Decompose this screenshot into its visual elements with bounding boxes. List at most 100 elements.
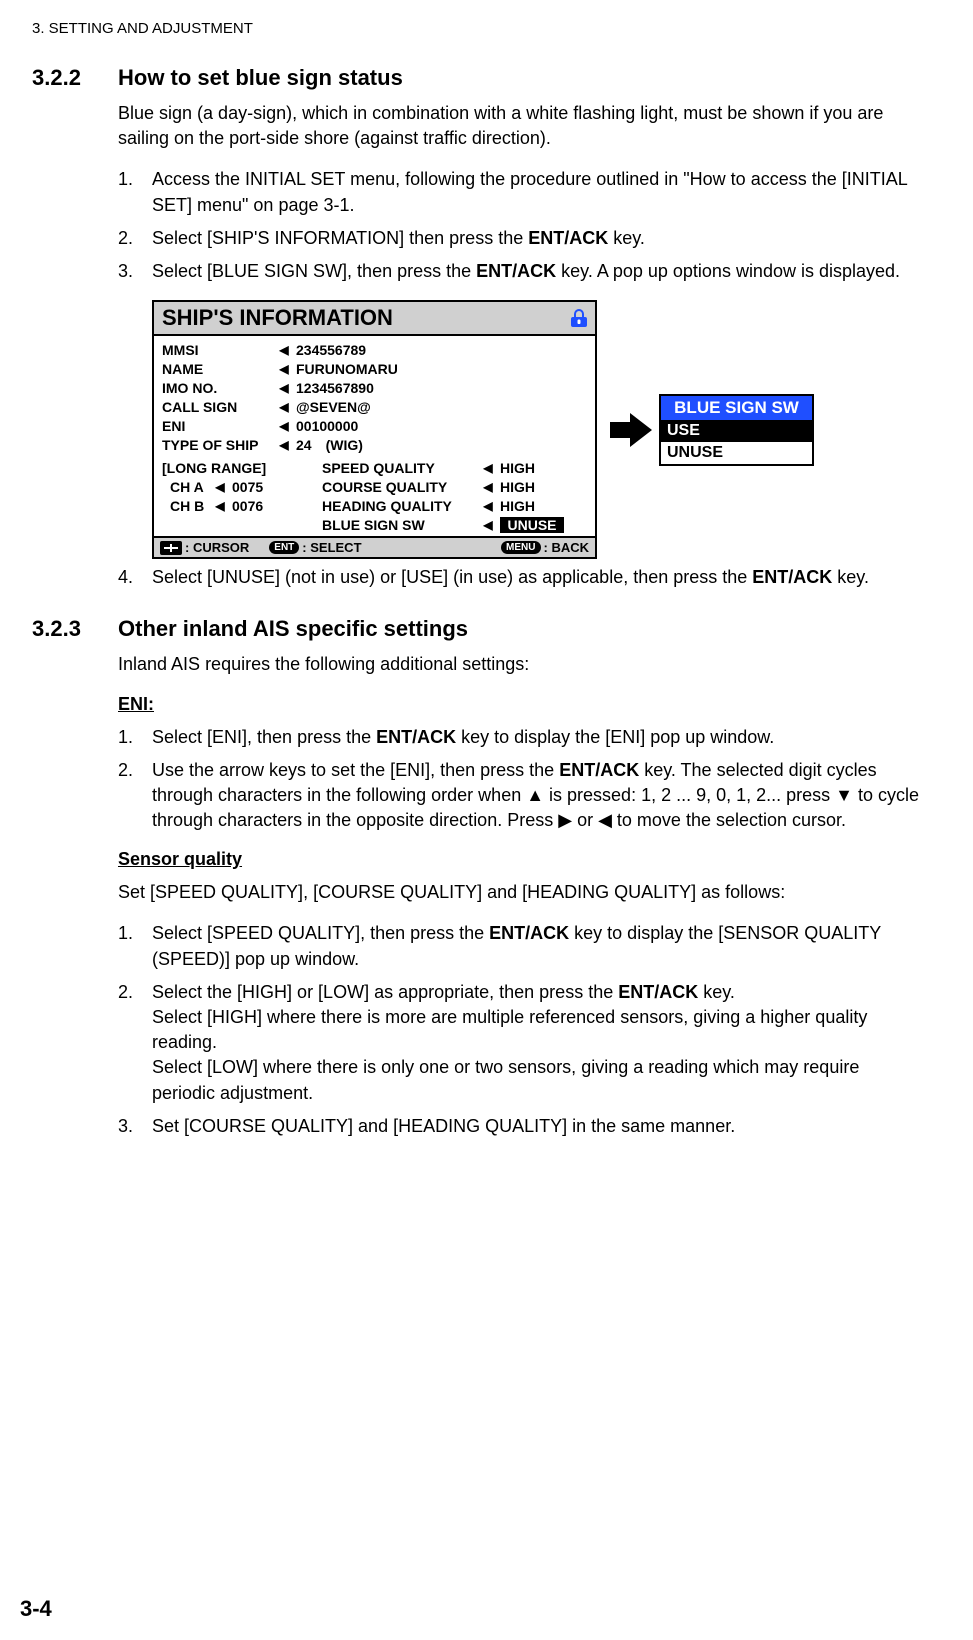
field-value: 0075 [226,479,263,495]
left-arrow-icon: ◀ [482,499,494,513]
field-label: TYPE OF SHIP [162,437,278,453]
eni-subheading: ENI: [118,694,925,715]
blue-sign-popup: BLUE SIGN SW USE UNUSE [659,394,814,466]
steps-322-cont: 4. Select [UNUSE] (not in use) or [USE] … [118,565,925,590]
eni-steps: 1. Select [ENI], then press the ENT/ACK … [118,725,925,834]
screen-footer: : CURSOR ENT: SELECT MENU: BACK [154,536,595,557]
field-value: 0076 [226,498,263,514]
step-num: 2. [118,226,152,251]
field-label: BLUE SIGN SW [322,517,482,533]
step-text-part: key. [698,982,735,1002]
popup-option-unuse[interactable]: UNUSE [661,442,812,464]
step-text: Select [SHIP'S INFORMATION] then press t… [152,226,925,251]
key-name: ENT/ACK [489,923,569,943]
section-number: 3.2.3 [32,616,118,642]
left-arrow-icon: ◀ [214,499,226,513]
lock-icon [571,309,587,327]
step-text-part: Use the arrow keys to set the [ENI], the… [152,760,559,780]
step-num: 2. [118,980,152,1106]
step-text: Select the [HIGH] or [LOW] as appropriat… [152,980,925,1106]
arrow-right-icon [609,411,653,449]
field-label: ENI [162,418,278,434]
left-arrow-icon: ◀ [482,461,494,475]
screen-titlebar: SHIP'S INFORMATION [154,302,595,336]
step-num: 2. [118,758,152,834]
popup-option-use[interactable]: USE [661,420,812,442]
left-arrow-icon: ◀ [214,480,226,494]
sq-step-3: 3. Set [COURSE QUALITY] and [HEADING QUA… [118,1114,925,1139]
left-arrow-icon: ◀ [278,438,290,452]
field-value: 24 (WIG) [290,437,363,453]
field-value: HIGH [494,460,535,476]
left-arrow-icon: ◀ [278,343,290,357]
step-num: 3. [118,259,152,284]
steps-322: 1. Access the INITIAL SET menu, followin… [118,167,925,284]
field-value: HIGH [494,479,535,495]
selected-value: UNUSE [500,517,564,533]
step-text: Select [ENI], then press the ENT/ACK key… [152,725,925,750]
left-arrow-icon: ◀ [278,381,290,395]
step-text-part: key. [608,228,645,248]
step-text-part: Select the [HIGH] or [LOW] as appropriat… [152,982,618,1002]
step-text-part: key to display the [ENI] pop up window. [456,727,774,747]
field-label: NAME [162,361,278,377]
key-name: ENT/ACK [752,567,832,587]
field-label: COURSE QUALITY [322,479,482,495]
step-text-part: Select [UNUSE] (not in use) or [USE] (in… [152,567,752,587]
field-label: IMO NO. [162,380,278,396]
field-value: 00100000 [290,418,358,434]
sensor-quality-subheading: Sensor quality [118,849,925,870]
left-arrow-icon: ◀ [278,400,290,414]
eni-step-2: 2. Use the arrow keys to set the [ENI], … [118,758,925,834]
step-num: 4. [118,565,152,590]
left-arrow-icon: ◀ [278,419,290,433]
sq-step-2: 2. Select the [HIGH] or [LOW] as appropr… [118,980,925,1106]
step-num: 1. [118,167,152,217]
key-name: ENT/ACK [476,261,556,281]
menu-pill-icon: MENU [501,541,540,554]
field-label: CALL SIGN [162,399,278,415]
step-text-part: Select [HIGH] where there is more are mu… [152,1007,867,1052]
step-text: Select [UNUSE] (not in use) or [USE] (in… [152,565,925,590]
left-arrow-icon: ◀ [482,480,494,494]
step-text: Set [COURSE QUALITY] and [HEADING QUALIT… [152,1114,925,1139]
step-text: Use the arrow keys to set the [ENI], the… [152,758,925,834]
step-num: 3. [118,1114,152,1139]
key-name: ENT/ACK [528,228,608,248]
section-title: How to set blue sign status [118,65,403,91]
step-text: Select [BLUE SIGN SW], then press the EN… [152,259,925,284]
eni-step-1: 1. Select [ENI], then press the ENT/ACK … [118,725,925,750]
step-num: 1. [118,921,152,971]
intro-paragraph: Inland AIS requires the following additi… [118,652,925,677]
field-label: HEADING QUALITY [322,498,482,514]
key-name: ENT/ACK [618,982,698,1002]
step-text: Access the INITIAL SET menu, following t… [152,167,925,217]
step-text-part: Select [BLUE SIGN SW], then press the [152,261,476,281]
step-3: 3. Select [BLUE SIGN SW], then press the… [118,259,925,284]
field-value: FURUNOMARU [290,361,398,377]
step-text-part: key. A pop up options window is displaye… [556,261,900,281]
intro-paragraph: Blue sign (a day-sign), which in combina… [118,101,925,151]
ship-info-diagram: SHIP'S INFORMATION MMSI◀234556789 NAME◀F… [152,300,925,559]
step-text-part: Select [ENI], then press the [152,727,376,747]
sq-step-1: 1. Select [SPEED QUALITY], then press th… [118,921,925,971]
step-text: Select [SPEED QUALITY], then press the E… [152,921,925,971]
screen-title-text: SHIP'S INFORMATION [162,305,393,331]
ship-info-screen: SHIP'S INFORMATION MMSI◀234556789 NAME◀F… [152,300,597,559]
field-value: HIGH [494,498,535,514]
step-4: 4. Select [UNUSE] (not in use) or [USE] … [118,565,925,590]
footer-label: : CURSOR [185,540,249,555]
section-3-2-3: 3.2.3 Other inland AIS specific settings [32,616,925,642]
page-number: 3-4 [20,1596,52,1622]
field-label: SPEED QUALITY [322,460,482,476]
section-3-2-2: 3.2.2 How to set blue sign status [32,65,925,91]
popup-title: BLUE SIGN SW [661,396,812,420]
field-value: @SEVEN@ [290,399,371,415]
step-num: 1. [118,725,152,750]
sensor-quality-steps: 1. Select [SPEED QUALITY], then press th… [118,921,925,1139]
section-title: Other inland AIS specific settings [118,616,468,642]
field-label: MMSI [162,342,278,358]
sq-intro: Set [SPEED QUALITY], [COURSE QUALITY] an… [118,880,925,905]
section-number: 3.2.2 [32,65,118,91]
page-header: 3. SETTING AND ADJUSTMENT [32,20,925,37]
